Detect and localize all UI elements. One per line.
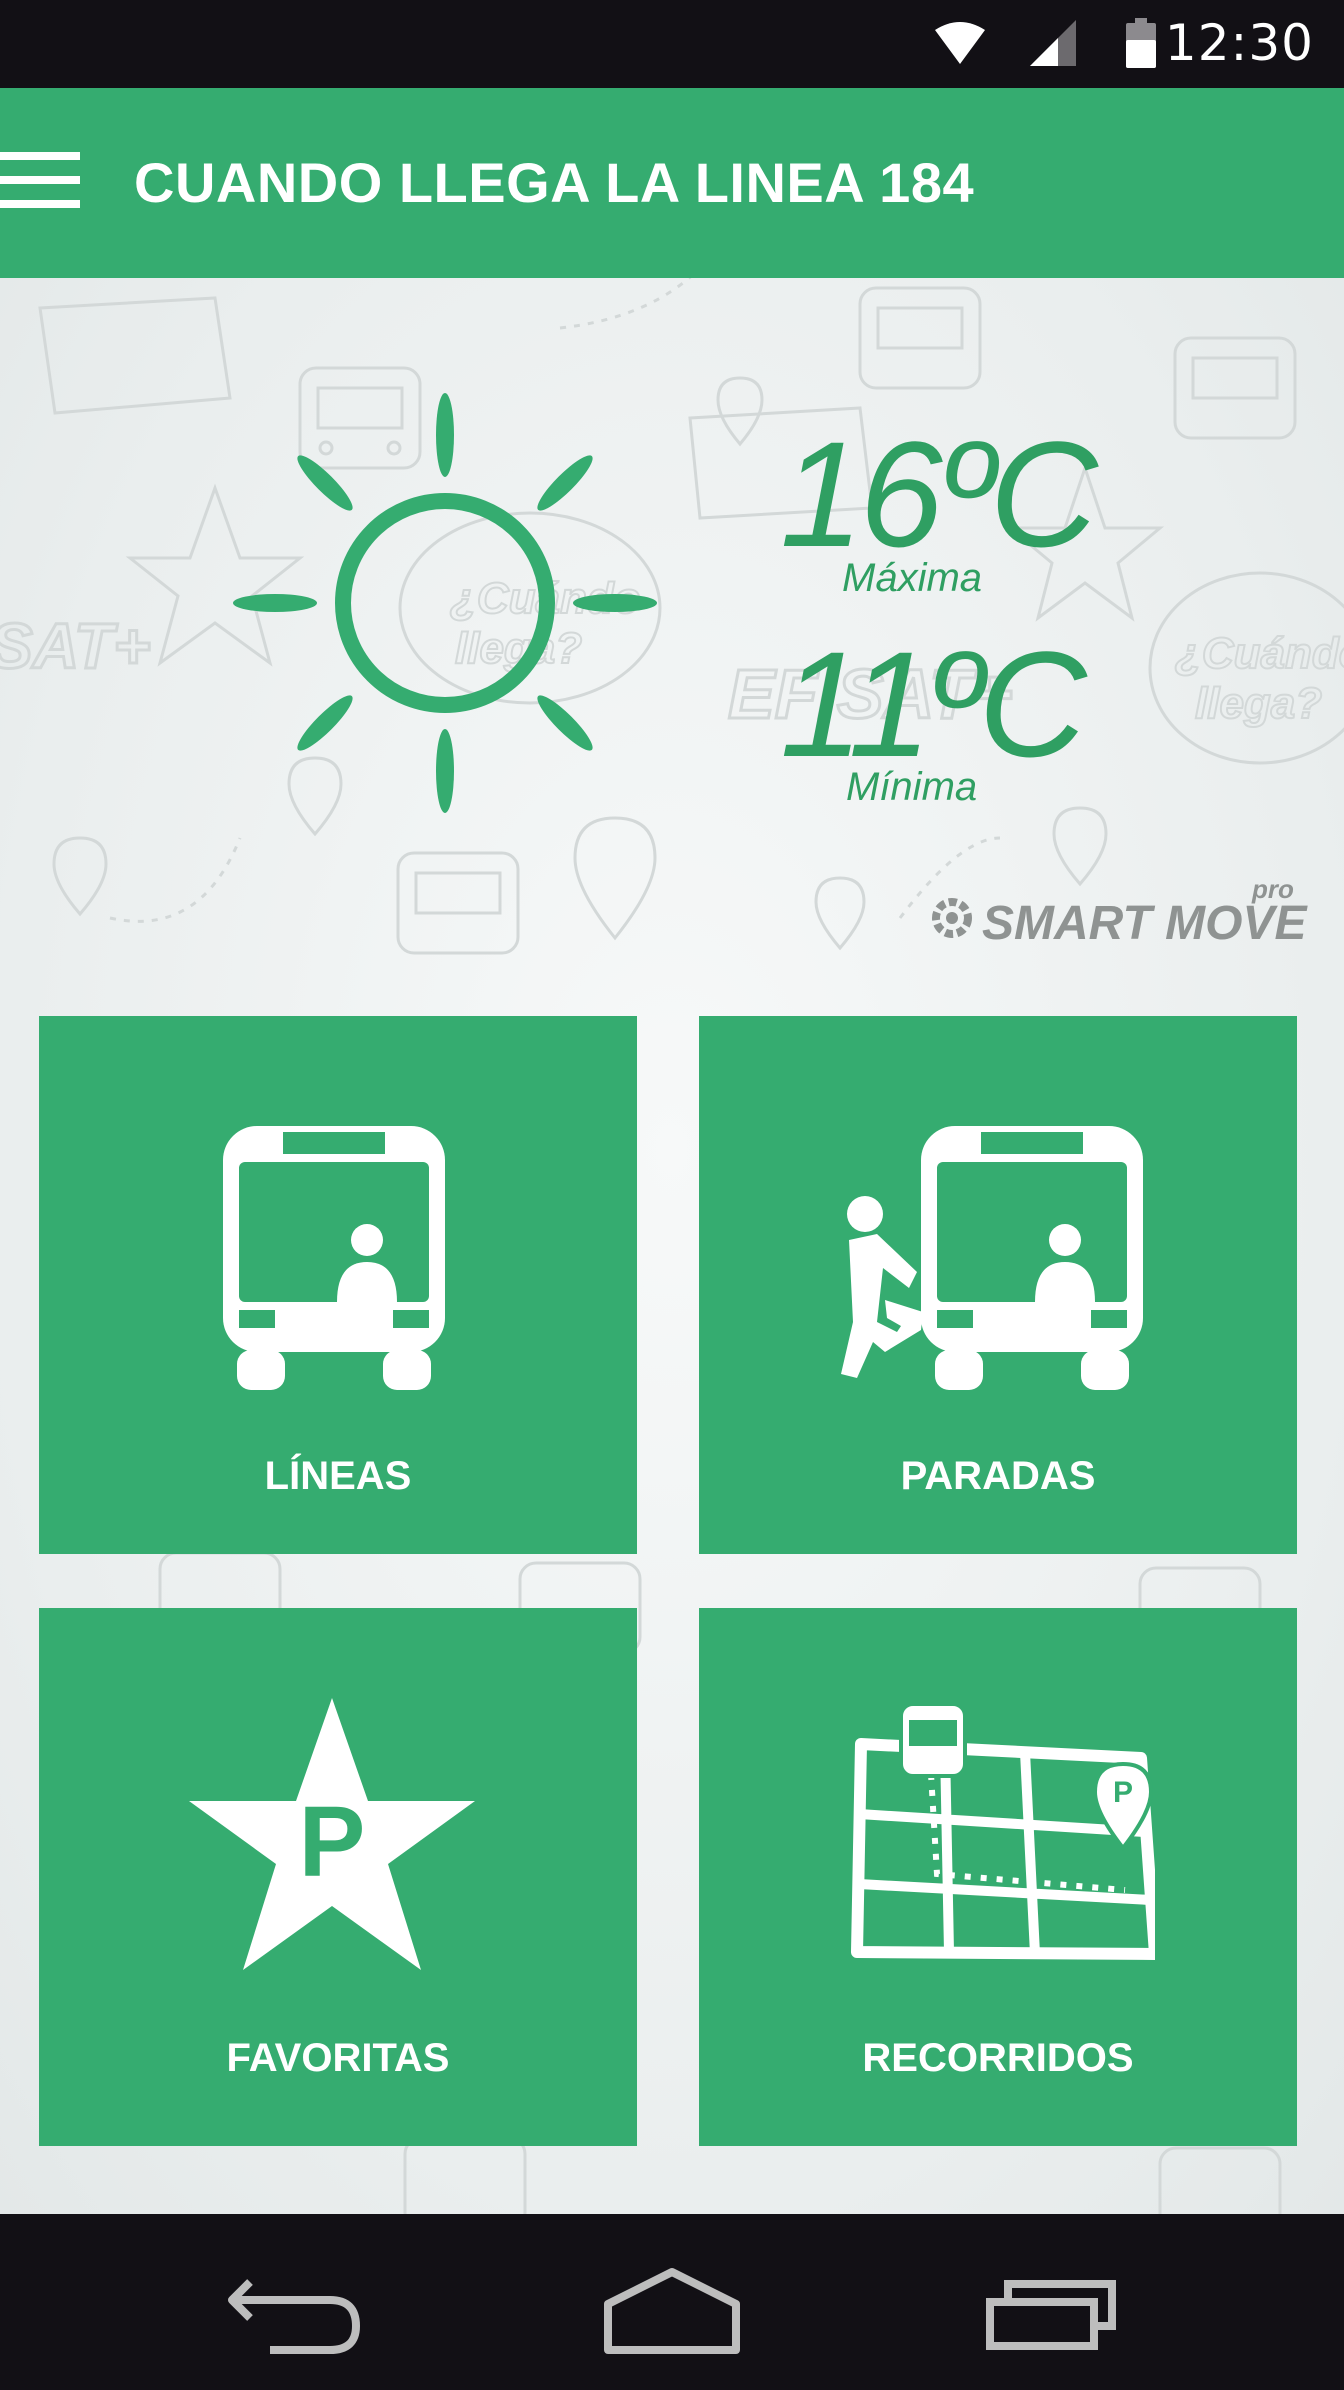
status-time: 12:30: [1164, 14, 1314, 72]
gear-logo-icon: [932, 898, 972, 938]
hamburger-menu-icon[interactable]: [0, 152, 82, 212]
sun-icon: [233, 393, 657, 813]
tile-paradas-label: PARADAS: [900, 1454, 1096, 1498]
bg-bus-icon: [858, 286, 982, 390]
tile-paradas[interactable]: PARADAS: [699, 1016, 1297, 1554]
max-temperature-label: Máxima: [842, 556, 983, 600]
status-bar: 12:30: [0, 0, 1344, 88]
home-icon[interactable]: [592, 2254, 752, 2354]
tile-recorridos-label: RECORRIDOS: [862, 2036, 1134, 2080]
svg-text:llega?: llega?: [1195, 679, 1322, 728]
bg-bus-icon: [1173, 336, 1297, 440]
min-temperature-label: Mínima: [846, 765, 978, 809]
tile-lineas[interactable]: LÍNEAS: [39, 1016, 637, 1554]
navigation-bar: [0, 2214, 1344, 2390]
svg-text:P: P: [1113, 1776, 1133, 1809]
bus-stop-icon: [841, 1126, 1143, 1390]
page-title: CUANDO LLEGA LA LINEA 184: [134, 151, 975, 214]
brand-suffix: pro: [1252, 874, 1294, 904]
tile-favoritas[interactable]: P FAVORITAS: [39, 1608, 637, 2146]
main-content: SAT+ EFISAT+ ¿Cuándo llega? ¿Cuándo lleg…: [0, 278, 1344, 2214]
svg-text:SAT+: SAT+: [0, 610, 151, 682]
wifi-icon: [935, 22, 985, 64]
bus-icon: [223, 1126, 445, 1390]
tile-favoritas-label: FAVORITAS: [226, 2036, 450, 2080]
svg-text:¿Cuándo: ¿Cuándo: [1175, 629, 1344, 678]
app-bar: CUANDO LLEGA LA LINEA 184: [0, 88, 1344, 278]
signal-icon: [1030, 20, 1076, 66]
svg-text:P: P: [299, 1786, 366, 1898]
star-parking-icon: P: [189, 1698, 475, 1970]
tile-lineas-label: LÍNEAS: [264, 1454, 412, 1498]
battery-icon: [1126, 18, 1156, 68]
bg-bus-icon: [396, 851, 520, 955]
recents-icon[interactable]: [970, 2254, 1130, 2354]
back-icon[interactable]: [220, 2254, 380, 2354]
tile-recorridos[interactable]: P RECORRIDOS: [699, 1608, 1297, 2146]
route-map-icon: P: [851, 1704, 1155, 1960]
